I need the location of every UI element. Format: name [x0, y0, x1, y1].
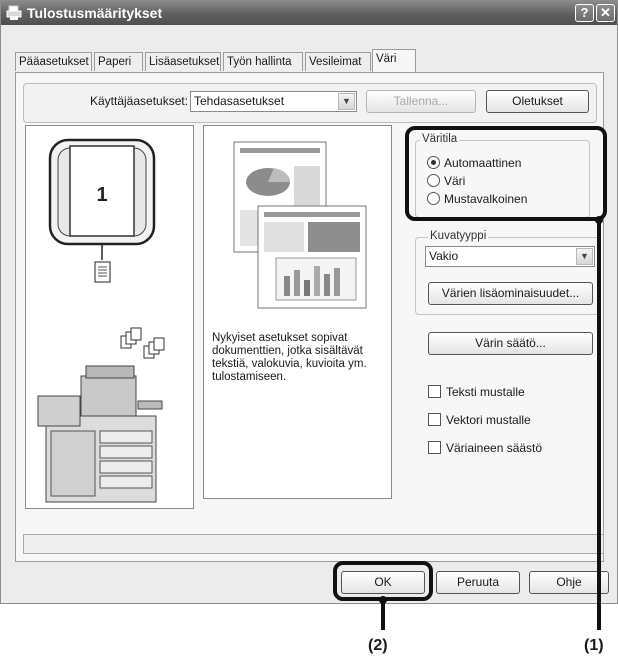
user-settings-value: Tehdasasetukset: [194, 94, 285, 108]
image-type-title: Kuvatyyppi: [428, 230, 489, 242]
save-button[interactable]: Tallenna...: [366, 90, 476, 113]
callout-dot-1: [595, 216, 603, 224]
tab-paper[interactable]: Paperi: [94, 52, 143, 71]
printer-device-icon: [37, 365, 163, 503]
checkbox[interactable]: [428, 385, 441, 398]
tab-basic[interactable]: Pääasetukset: [15, 52, 92, 71]
advanced-color-button[interactable]: Värien lisäominaisuudet...: [428, 282, 593, 305]
tab-watermarks[interactable]: Vesileimat: [305, 52, 371, 71]
checkbox[interactable]: [428, 413, 441, 426]
output-preview-illustration: 1: [37, 138, 165, 503]
chevron-down-icon[interactable]: ▼: [338, 93, 355, 110]
sample-document-illustration: [233, 141, 367, 309]
color-adjust-button[interactable]: Värin säätö...: [428, 332, 593, 355]
tab-color[interactable]: Väri: [372, 49, 416, 72]
callout-box-1: [405, 126, 607, 221]
title-bar[interactable]: Tulostusmääritykset ? ✕: [1, 1, 617, 25]
user-settings-label: Käyttäjäasetukset:: [90, 94, 189, 108]
callout-line-2: [381, 600, 385, 630]
tab-advanced[interactable]: Lisäasetukset: [145, 52, 221, 71]
callout-box-2: [333, 561, 433, 601]
document-preview-panel: Nykyiset asetukset sopivat dokumenttien,…: [203, 125, 392, 499]
copies-icon: [120, 327, 165, 359]
printer-icon: [6, 5, 22, 20]
tab-job-handling[interactable]: Työn hallinta: [223, 52, 303, 71]
image-type-select[interactable]: Vakio ▼: [425, 246, 595, 267]
help-title-button[interactable]: ?: [575, 4, 594, 22]
preview-description: Nykyiset asetukset sopivat dokumenttien,…: [212, 332, 367, 383]
status-bar: [23, 534, 604, 554]
checkbox-toner-save[interactable]: Väriaineen säästö: [428, 441, 542, 455]
image-type-value: Vakio: [429, 249, 459, 263]
checkbox[interactable]: [428, 441, 441, 454]
callout-dot-2: [379, 596, 387, 604]
print-settings-dialog: Tulostusmääritykset ? ✕ Pääasetukset Pap…: [0, 0, 618, 604]
callout-line-1: [597, 220, 601, 630]
close-title-button[interactable]: ✕: [596, 4, 615, 22]
checkbox-vector-black[interactable]: Vektori mustalle: [428, 413, 531, 427]
page-number: 1: [96, 184, 107, 206]
checkbox-text-black[interactable]: Teksti mustalle: [428, 385, 525, 399]
window-title: Tulostusmääritykset: [27, 5, 163, 21]
output-preview-panel: 1: [25, 125, 194, 509]
defaults-button[interactable]: Oletukset: [486, 90, 589, 113]
cancel-button[interactable]: Peruuta: [436, 571, 520, 594]
user-settings-select[interactable]: Tehdasasetukset ▼: [190, 91, 357, 112]
callout-label-2: (2): [368, 637, 388, 654]
callout-label-1: (1): [584, 637, 604, 654]
chevron-down-icon[interactable]: ▼: [576, 248, 593, 265]
